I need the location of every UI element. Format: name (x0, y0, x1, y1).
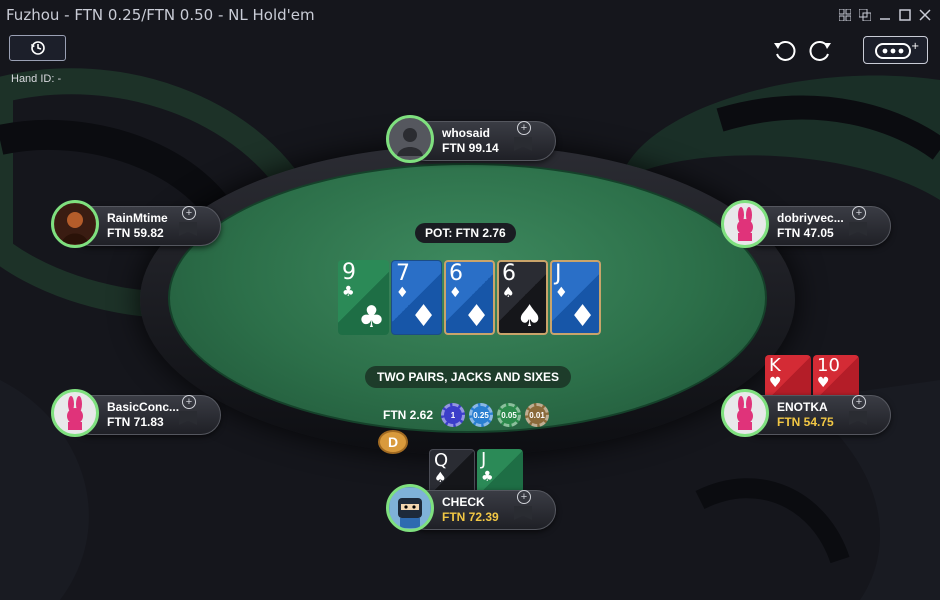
pot-label: POT: FTN 2.76 (415, 223, 516, 243)
player-stack: FTN 54.75 (777, 415, 834, 429)
hand-description: TWO PAIRS, JACKS AND SIXES (365, 366, 572, 388)
hand-history-button[interactable] (9, 35, 66, 61)
table-seats-button[interactable]: + (863, 36, 928, 64)
add-note-icon[interactable]: + (517, 121, 531, 135)
history-icon (30, 41, 45, 55)
rotate-left-icon[interactable] (772, 38, 798, 62)
cascade-icon[interactable] (858, 8, 872, 22)
bet-amount: FTN 2.62 (383, 408, 434, 422)
chip-icon: 1 (441, 403, 466, 427)
maximize-icon[interactable] (898, 8, 912, 22)
board-card: 7 ♦ ♦ (391, 260, 442, 335)
window-title: Fuzhou - FTN 0.25/FTN 0.50 - NL Hold'em (6, 6, 315, 24)
table-seats-icon: + (874, 41, 919, 59)
add-note-icon[interactable]: + (852, 395, 866, 409)
hand-id-label: Hand ID: - (11, 73, 62, 85)
board-card: 6 ♦ ♦ (444, 260, 495, 335)
player-stack: FTN 72.39 (442, 510, 499, 524)
chip-icon: 0.05 (497, 403, 522, 427)
add-note-icon[interactable]: + (182, 206, 196, 220)
close-icon[interactable] (918, 8, 932, 22)
bunny-avatar (721, 200, 769, 248)
bunny-avatar (721, 389, 769, 437)
rotate-right-icon[interactable] (807, 38, 833, 62)
board-card: 6 ♠ ♠ (497, 260, 548, 335)
title-bar: Fuzhou - FTN 0.25/FTN 0.50 - NL Hold'em (0, 0, 940, 30)
player-stack: FTN 47.05 (777, 226, 834, 240)
photo-avatar (51, 200, 99, 248)
chip-icon: 0.25 (469, 403, 494, 427)
silhouette-avatar (386, 115, 434, 163)
community-cards: 9 ♣ ♣ 7 ♦ ♦ 6 ♦ ♦ 6 ♠ ♠ J ♦ ♦ (338, 260, 601, 335)
player-stack: FTN 59.82 (107, 226, 164, 240)
player-stack: FTN 99.14 (442, 141, 499, 155)
player-name: BasicConc... (107, 400, 180, 414)
svg-text:+: + (911, 41, 919, 52)
add-note-icon[interactable]: + (852, 206, 866, 220)
board-card: J ♦ ♦ (550, 260, 601, 335)
grid-view-icon[interactable] (838, 8, 852, 22)
player-stack: FTN 71.83 (107, 415, 164, 429)
add-note-icon[interactable]: + (182, 395, 196, 409)
player-name: ENOTKA (777, 400, 828, 414)
bunny-avatar (51, 389, 99, 437)
player-name: dobriyvec... (777, 211, 844, 225)
window-controls (838, 8, 932, 22)
add-note-icon[interactable]: + (517, 490, 531, 504)
bet-area: FTN 2.62 1 0.25 0.05 0.01 (383, 403, 550, 427)
dealer-button: D (378, 430, 408, 454)
player-name: RainMtime (107, 211, 168, 225)
chip-icon: 0.01 (525, 403, 550, 427)
minimize-icon[interactable] (878, 8, 892, 22)
board-card: 9 ♣ ♣ (338, 260, 389, 335)
player-name: CHECK (442, 495, 485, 509)
player-name: whosaid (442, 126, 491, 140)
ninja-avatar (386, 484, 434, 532)
